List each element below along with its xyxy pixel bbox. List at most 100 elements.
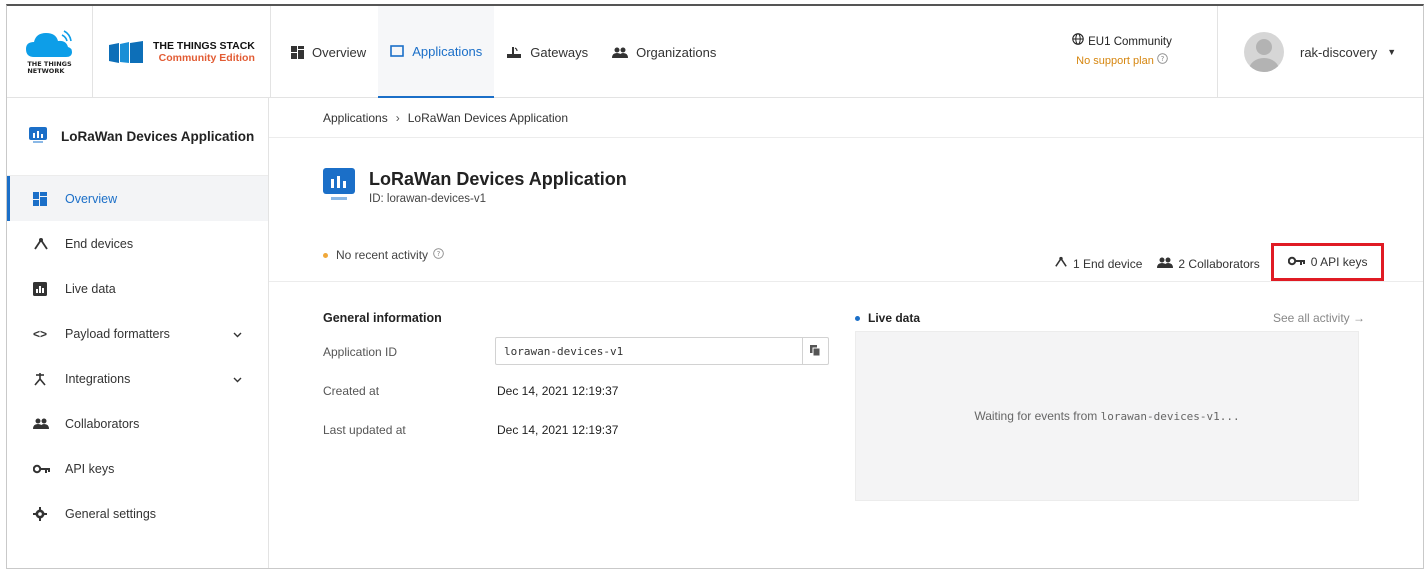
nav-overview-label: Overview (312, 44, 367, 60)
updated-at-value: Dec 14, 2021 12:19:37 (497, 423, 619, 437)
sidebar-item-general-settings[interactable]: General settings (7, 491, 268, 536)
activity-status: No recent activity ? (323, 248, 444, 262)
nav-gateways[interactable]: Gateways (494, 6, 600, 98)
main-nav: Overview Applications Gateways Organizat… (279, 6, 728, 98)
ttn-logo[interactable]: THE THINGS NETWORK (7, 6, 93, 98)
key-icon (33, 464, 55, 474)
breadcrumb-current: LoRaWan Devices Application (407, 110, 569, 125)
sidebar-item-integrations[interactable]: Integrations (7, 356, 268, 401)
sidebar-item-label: End devices (65, 236, 134, 251)
sidebar-item-payload-formatters[interactable]: <> Payload formatters (7, 311, 268, 356)
sidebar-app-title: LoRaWan Devices Application (7, 98, 268, 176)
app-id-line: ID: lorawan-devices-v1 (369, 193, 486, 205)
cloud-logo-icon (25, 30, 72, 57)
code-icon: <> (33, 326, 48, 341)
waiting-text: Waiting for events from (974, 409, 1101, 423)
gateway-icon (506, 46, 522, 59)
tts-logo[interactable]: THE THINGS STACK Community Edition (93, 40, 255, 64)
application-icon (323, 168, 355, 207)
copy-icon (810, 345, 821, 357)
grid-icon (291, 45, 304, 59)
fork-icon (1054, 256, 1068, 271)
sidebar-item-collaborators[interactable]: Collaborators (7, 401, 268, 446)
svg-text:?: ? (1160, 55, 1164, 63)
ttn-text-line2: NETWORK (27, 67, 65, 75)
live-data-title-wrap: Live data (855, 311, 920, 325)
divider (269, 281, 1423, 282)
live-data-panel: Waiting for events from lorawan-devices-… (855, 331, 1359, 501)
window-icon (390, 45, 404, 57)
end-devices-count: 1 End device (1073, 256, 1143, 271)
chevron-down-icon (233, 327, 242, 341)
nav-overview[interactable]: Overview (279, 6, 378, 98)
bar-chart-icon (33, 281, 55, 296)
updated-at-label: Last updated at (323, 423, 406, 437)
grid-icon (33, 191, 55, 206)
cluster-selector[interactable]: EU1 Community No support plan ? (1047, 32, 1197, 70)
page-title: LoRaWan Devices Application (369, 169, 627, 189)
sidebar-item-label: Collaborators (65, 416, 140, 431)
nav-applications[interactable]: Applications (378, 6, 495, 98)
people-icon (612, 47, 629, 58)
api-keys-count: 0 API keys (1310, 255, 1368, 269)
status-dot (855, 315, 860, 321)
collaborators-count: 2 Collaborators (1178, 256, 1260, 271)
copy-button[interactable] (802, 338, 828, 364)
status-dot (323, 252, 328, 258)
app-id-value: lorawan-devices-v1 (504, 344, 624, 358)
help-icon[interactable]: ? (433, 248, 444, 262)
cluster-name: EU1 Community (1088, 35, 1172, 48)
sidebar-item-overview[interactable]: Overview (7, 176, 268, 221)
nav-gateways-label: Gateways (530, 44, 589, 60)
sidebar-item-label: Payload formatters (65, 326, 170, 341)
fork-icon (33, 237, 55, 251)
general-info-title: General information (323, 311, 442, 325)
sidebar-item-api-keys[interactable]: API keys (7, 446, 268, 491)
live-data-title: Live data (868, 311, 921, 325)
sidebar-item-label: Overview (65, 191, 118, 206)
breadcrumb: Applications › LoRaWan Devices Applicati… (269, 98, 1423, 138)
chevron-right-icon: › (395, 110, 400, 125)
gear-icon (33, 506, 55, 521)
integration-icon (33, 372, 55, 386)
app-stats: 1 End device 2 Collaborators 0 API keys (1054, 243, 1399, 281)
app-id-label: Application ID (323, 345, 398, 359)
app-id-field[interactable]: lorawan-devices-v1 (495, 337, 829, 365)
app-window: THE THINGS NETWORK THE THINGS STACK Comm… (6, 4, 1424, 569)
brand-area: THE THINGS NETWORK THE THINGS STACK Comm… (7, 6, 271, 98)
tts-subtitle: Community Edition (158, 52, 255, 64)
waiting-app-id: lorawan-devices-v1... (1100, 409, 1240, 423)
end-devices-stat[interactable]: 1 End device (1054, 256, 1142, 271)
chevron-down-icon (233, 372, 242, 386)
sidebar: LoRaWan Devices Application Overview End… (7, 98, 269, 568)
tts-title: THE THINGS STACK (153, 40, 255, 52)
support-plan: No support plan (1076, 55, 1154, 67)
sidebar-item-label: Integrations (65, 371, 131, 386)
main-content: Applications › LoRaWan Devices Applicati… (269, 98, 1423, 568)
nav-organizations[interactable]: Organizations (600, 6, 728, 98)
breadcrumb-applications[interactable]: Applications (323, 111, 388, 125)
nav-applications-label: Applications (412, 43, 483, 59)
stack-logo-icon (109, 41, 143, 63)
sidebar-item-label: Live data (65, 281, 116, 296)
key-icon (1287, 255, 1306, 269)
see-all-activity-link[interactable]: See all activity → (1273, 311, 1365, 325)
collaborators-stat[interactable]: 2 Collaborators (1157, 256, 1260, 271)
sidebar-item-end-devices[interactable]: End devices (7, 221, 268, 266)
created-at-label: Created at (323, 384, 380, 398)
application-icon (29, 127, 47, 146)
sidebar-item-label: API keys (65, 461, 115, 476)
sidebar-item-live-data[interactable]: Live data (7, 266, 268, 311)
people-icon (33, 418, 55, 429)
help-icon[interactable]: ? (1157, 53, 1168, 70)
sidebar-app-name: LoRaWan Devices Application (61, 129, 255, 144)
chevron-down-icon: ▼ (1387, 47, 1397, 57)
user-menu[interactable]: rak-discovery ▼ (1217, 6, 1423, 98)
nav-organizations-label: Organizations (636, 44, 717, 60)
api-keys-stat[interactable]: 0 API keys (1270, 243, 1385, 281)
people-icon (1157, 257, 1174, 271)
top-header: THE THINGS NETWORK THE THINGS STACK Comm… (7, 6, 1423, 98)
avatar (1244, 32, 1284, 72)
username: rak-discovery (1300, 44, 1378, 60)
activity-text: No recent activity (336, 248, 429, 262)
